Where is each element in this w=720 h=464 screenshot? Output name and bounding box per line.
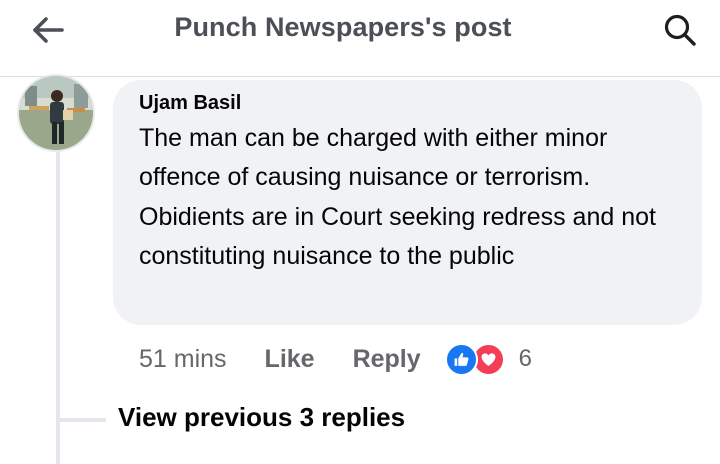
search-button[interactable] xyxy=(656,8,704,52)
page-title: Punch Newspapers's post xyxy=(174,12,512,42)
search-icon xyxy=(664,14,696,46)
reaction-count: 6 xyxy=(518,345,533,372)
comment-bubble[interactable]: Ujam Basil The man can be charged with e… xyxy=(113,80,702,325)
avatar[interactable] xyxy=(17,74,95,152)
reactions-summary[interactable]: 6 xyxy=(444,342,533,376)
like-reaction-icon xyxy=(444,342,478,376)
view-previous-replies-link[interactable]: View previous 3 replies xyxy=(118,402,405,433)
thread-branch-line xyxy=(58,418,106,422)
comment-timestamp[interactable]: 51 mins xyxy=(139,345,227,374)
top-bar: Punch Newspapers's post xyxy=(0,0,720,77)
comment-author[interactable]: Ujam Basil xyxy=(139,92,241,115)
reply-button[interactable]: Reply xyxy=(353,345,421,374)
thread-line xyxy=(56,148,60,464)
comment-actions: 51 mins Like Reply 6 xyxy=(139,342,532,376)
profile-photo xyxy=(19,76,93,150)
like-button[interactable]: Like xyxy=(265,345,315,374)
comment-text: The man can be charged with either minor… xyxy=(139,124,656,270)
